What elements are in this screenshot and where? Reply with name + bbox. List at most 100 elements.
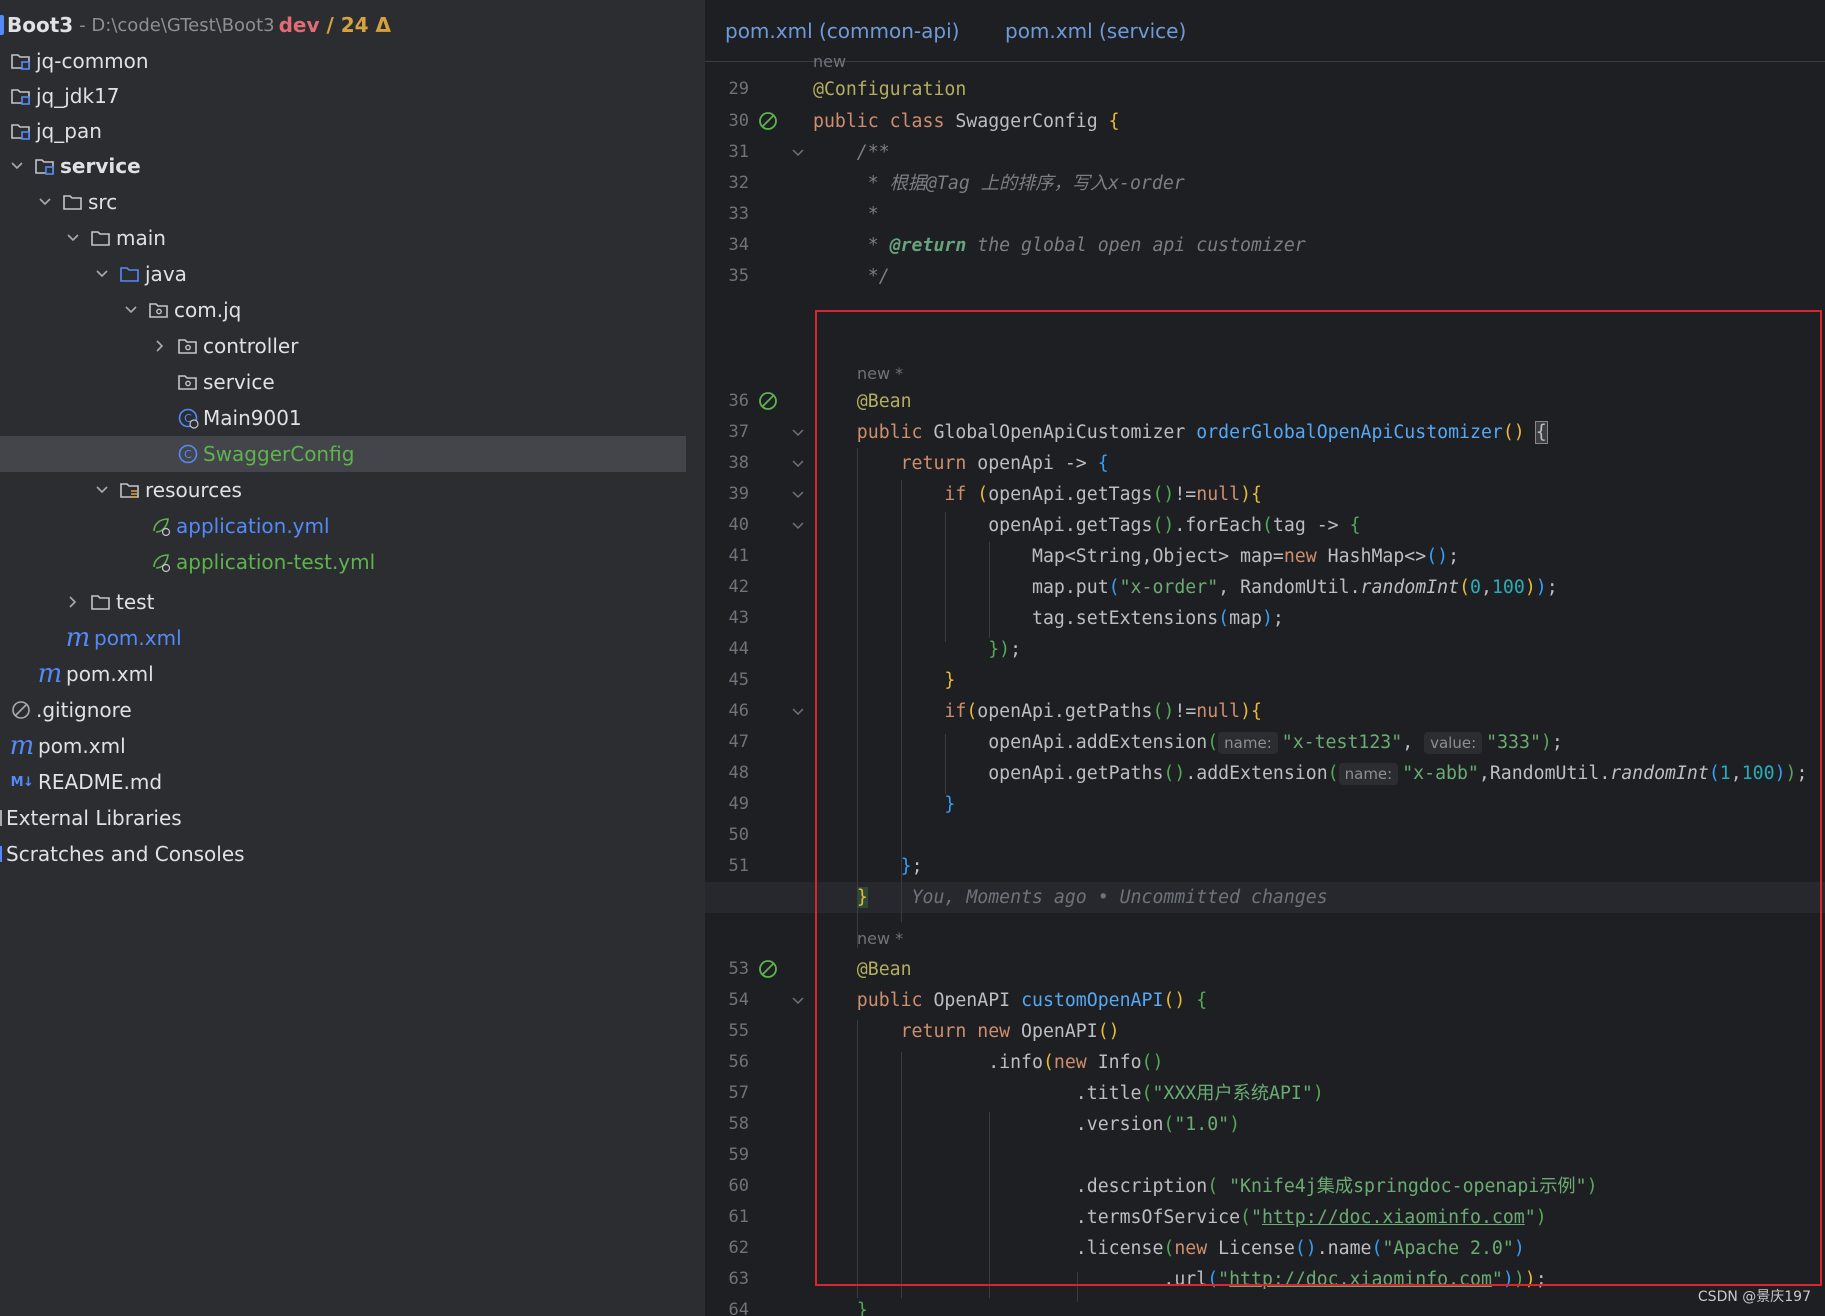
keyword-token: public: [813, 990, 934, 1011]
line-number[interactable]: 44: [705, 634, 749, 665]
line-number[interactable]: 47: [705, 727, 749, 758]
tree-row-jq-common[interactable]: jq-common: [8, 43, 705, 79]
line-number[interactable]: 61: [705, 1202, 749, 1233]
line-number[interactable]: 53: [705, 954, 749, 985]
line-number[interactable]: 33: [705, 199, 749, 230]
line-number[interactable]: 32: [705, 168, 749, 199]
spring-bean-icon[interactable]: [757, 390, 779, 412]
line-number[interactable]: 48: [705, 758, 749, 789]
fold-icon[interactable]: [791, 488, 805, 502]
line-number[interactable]: 30: [705, 106, 749, 137]
keyword-token: if: [813, 701, 967, 722]
chevron-right-icon[interactable]: [64, 584, 82, 620]
tree-row-src[interactable]: src: [36, 184, 705, 220]
fold-icon[interactable]: [791, 994, 805, 1008]
line-number[interactable]: 59: [705, 1140, 749, 1171]
chevron-down-icon[interactable]: [64, 220, 82, 256]
chevron-down-icon[interactable]: [36, 184, 54, 220]
paren-token: (: [1240, 1207, 1251, 1228]
line-number[interactable]: 64: [705, 1295, 749, 1316]
spring-config-icon[interactable]: [757, 110, 779, 132]
line-number[interactable]: 62: [705, 1233, 749, 1264]
line-number[interactable]: 29: [705, 74, 749, 105]
line-number[interactable]: 63: [705, 1264, 749, 1295]
tab-pom-common-api[interactable]: pom.xml (common-api): [725, 19, 959, 43]
tree-row-jq-pan[interactable]: jq_pan: [8, 113, 705, 149]
code-token: ;: [1796, 763, 1808, 784]
fold-icon[interactable]: [791, 705, 805, 719]
root-project-name: Boot3: [7, 13, 74, 37]
line-number[interactable]: 58: [705, 1109, 749, 1140]
tree-row-main[interactable]: main: [64, 220, 705, 256]
line-number[interactable]: 54: [705, 985, 749, 1016]
tree-row-test[interactable]: test: [64, 584, 705, 620]
line-number[interactable]: 43: [705, 603, 749, 634]
code-line-54: public OpenAPI customOpenAPI() {: [813, 985, 1207, 1016]
tree-row-root-pom[interactable]: m pom.xml: [8, 728, 705, 764]
tree-row-swaggerconfig[interactable]: C SwaggerConfig: [0, 436, 686, 472]
paren-token: ): [1513, 1269, 1525, 1290]
code-line-32: * 根据@Tag 上的排序，写入x-order: [813, 168, 1185, 199]
chevron-right-icon[interactable]: [151, 328, 169, 364]
line-number[interactable]: 42: [705, 572, 749, 603]
tree-row-pom[interactable]: m pom.xml: [36, 656, 705, 692]
tree-row-java[interactable]: java: [93, 256, 705, 292]
tree-label: application.yml: [176, 514, 330, 538]
chevron-down-icon[interactable]: [93, 256, 111, 292]
tree-row-scratches[interactable]: Scratches and Consoles: [0, 836, 703, 872]
tree-row-main9001[interactable]: C Main9001: [175, 400, 705, 436]
line-number[interactable]: 56: [705, 1047, 749, 1078]
line-number[interactable]: 55: [705, 1016, 749, 1047]
annotation-token: @Bean: [813, 959, 912, 980]
string-token: "Apache 2.0": [1382, 1238, 1514, 1259]
chevron-down-icon[interactable]: [93, 472, 111, 508]
line-number[interactable]: 60: [705, 1171, 749, 1202]
line-number[interactable]: 36: [705, 386, 749, 417]
spring-yml-icon: [148, 544, 174, 580]
chevron-down-icon[interactable]: [122, 292, 140, 328]
tree-row-root[interactable]: Boot3 - D:\code\GTest\Boot3 dev / 24 Δ: [0, 7, 703, 43]
brace-token: }: [856, 887, 868, 908]
code-token: !=: [1174, 484, 1197, 505]
tree-row-jq-jdk17[interactable]: jq_jdk17: [8, 78, 705, 114]
fold-icon[interactable]: [791, 519, 805, 533]
chevron-down-icon[interactable]: [8, 148, 26, 184]
tree-row-application-yml[interactable]: application.yml: [148, 508, 705, 544]
code-area[interactable]: new new * new * @Configuration public cl…: [705, 52, 1825, 1316]
tree-row-service-pom[interactable]: m pom.xml: [64, 620, 705, 656]
fold-icon[interactable]: [791, 457, 805, 471]
resources-folder-icon: [117, 472, 143, 508]
url-link[interactable]: http://doc.xiaominfo.com: [1229, 1269, 1492, 1290]
line-number[interactable]: 46: [705, 696, 749, 727]
string-token: "XXX用户系统API": [1152, 1083, 1313, 1104]
line-number[interactable]: 31: [705, 137, 749, 168]
tree-row-application-test-yml[interactable]: application-test.yml: [148, 544, 705, 580]
line-number[interactable]: 50: [705, 820, 749, 851]
line-number[interactable]: 41: [705, 541, 749, 572]
line-number[interactable]: 51: [705, 851, 749, 882]
line-number[interactable]: 37: [705, 417, 749, 448]
line-number[interactable]: 34: [705, 230, 749, 261]
tree-row-resources[interactable]: resources: [93, 472, 705, 508]
line-number[interactable]: 38: [705, 448, 749, 479]
tree-row-external-libraries[interactable]: External Libraries: [0, 800, 703, 836]
line-number[interactable]: 40: [705, 510, 749, 541]
fold-icon[interactable]: [791, 146, 805, 160]
tree-row-com-jq[interactable]: com.jq: [122, 292, 705, 328]
line-number[interactable]: 39: [705, 479, 749, 510]
tree-row-controller[interactable]: controller: [151, 328, 705, 364]
fold-icon[interactable]: [791, 426, 805, 440]
tree-row-readme[interactable]: M↓ README.md: [8, 764, 705, 800]
url-link[interactable]: http://doc.xiaominfo.com: [1262, 1207, 1525, 1228]
tree-row-service-module[interactable]: service: [8, 148, 705, 184]
line-number[interactable]: 35: [705, 261, 749, 292]
line-number[interactable]: 45: [705, 665, 749, 696]
line-number[interactable]: 49: [705, 789, 749, 820]
editor-panel: pom.xml (common-api) pom.xml (service) 2…: [705, 0, 1825, 1316]
line-number[interactable]: 57: [705, 1078, 749, 1109]
spring-bean-icon[interactable]: [757, 958, 779, 980]
tab-pom-service[interactable]: pom.xml (service): [1005, 19, 1186, 43]
tree-row-gitignore[interactable]: .gitignore: [8, 692, 705, 728]
tree-row-service-package[interactable]: service: [175, 364, 705, 400]
